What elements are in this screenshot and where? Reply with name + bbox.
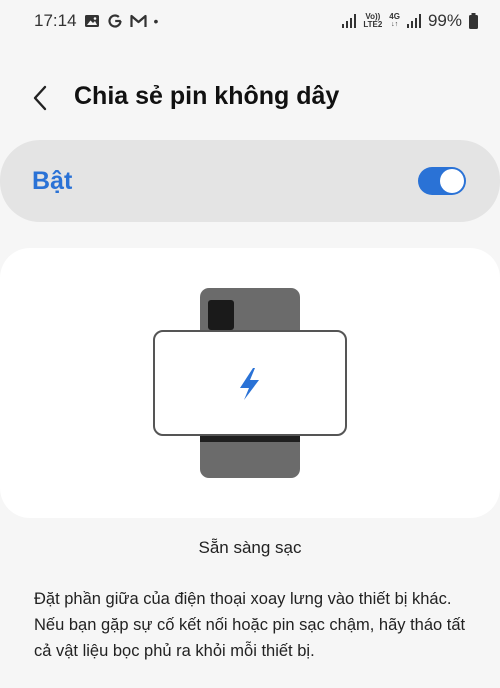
data-arrows-icon: ↓↑ xyxy=(391,21,399,28)
4g-icon: 4G ↓↑ xyxy=(389,13,400,29)
master-toggle[interactable] xyxy=(418,167,466,195)
charging-status: Sẵn sàng sạc xyxy=(198,538,302,557)
image-icon xyxy=(84,14,100,28)
clock: 17:14 xyxy=(34,11,77,30)
gmail-icon xyxy=(129,14,147,28)
battery-percent: 99% xyxy=(427,11,462,30)
signal-icon xyxy=(406,14,421,28)
battery-icon xyxy=(469,13,478,29)
chevron-left-icon xyxy=(33,85,47,111)
dot-icon: • xyxy=(153,13,159,29)
description-line-2: Nếu bạn gặp sự cố kết nối hoặc pin sạc c… xyxy=(34,616,466,660)
back-button[interactable] xyxy=(30,84,54,112)
status-bar: 17:14 • Vo)) LTE2 4G ↓↑ 99% xyxy=(0,0,500,42)
status-bar-left: 17:14 • xyxy=(34,11,158,31)
status-bar-right: Vo)) LTE2 4G ↓↑ 99% xyxy=(342,11,478,31)
app-bar: Chia sẻ pin không dây xyxy=(0,78,500,118)
master-switch-label: Bật xyxy=(32,166,73,195)
volte-icon: Vo)) LTE2 xyxy=(363,13,382,29)
page-title: Chia sẻ pin không dây xyxy=(74,82,340,110)
camera-module-shape xyxy=(208,300,234,330)
toggle-knob xyxy=(440,169,464,193)
network-type: 4G xyxy=(389,12,400,21)
master-switch-row[interactable]: Bật xyxy=(0,140,500,222)
description-line-1: Đặt phần giữa của điện thoại xoay lưng v… xyxy=(34,590,452,608)
description: Đặt phần giữa của điện thoại xoay lưng v… xyxy=(34,586,474,664)
illustration-card xyxy=(0,248,500,518)
signal-icon xyxy=(342,14,357,28)
wireless-powershare-illustration xyxy=(153,288,347,478)
g-icon xyxy=(107,13,123,29)
lte-label: LTE2 xyxy=(363,20,383,29)
